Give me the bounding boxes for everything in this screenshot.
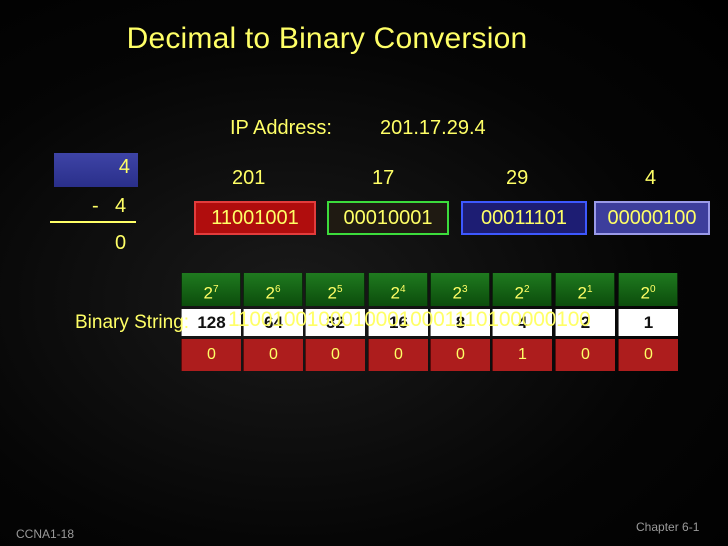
power-cell: 25	[305, 273, 365, 306]
slide-title: Decimal to Binary Conversion	[126, 22, 528, 55]
place-value-cell: 1	[618, 309, 678, 336]
ip-address-value: 201.17.29.4	[380, 117, 486, 139]
bit-cell: 0	[555, 339, 615, 371]
subtrahend-value: 4	[115, 195, 127, 217]
binary-string-label: Binary String:	[75, 312, 190, 333]
octet-decimal-4: 4	[645, 167, 657, 189]
bit-cell: 0	[618, 339, 678, 371]
octet-binary-box-4: 00000100	[594, 201, 710, 235]
power-cell: 27	[181, 273, 241, 306]
ip-address-label: IP Address:	[230, 117, 332, 139]
subtraction-line	[50, 221, 136, 223]
bit-cell: 1	[492, 339, 552, 371]
binary-string-value: 11001001000100010001110100000100	[228, 308, 591, 331]
bit-cell: 0	[368, 339, 428, 371]
current-decimal-box: 4	[54, 153, 138, 187]
power-cell: 26	[243, 273, 303, 306]
current-decimal-value: 4	[118, 156, 130, 178]
octet-binary-box-1: 11001001	[194, 201, 316, 235]
bit-cell: 0	[181, 339, 241, 371]
bit-cell: 0	[430, 339, 490, 371]
octet-binary-box-2: 00010001	[327, 201, 449, 235]
minus-sign: -	[92, 195, 99, 217]
bit-cell: 0	[243, 339, 303, 371]
power-cell: 24	[368, 273, 428, 306]
octet-binary-box-3: 00011101	[461, 201, 587, 235]
subtraction-result: 0	[115, 232, 127, 254]
power-cell: 22	[492, 273, 552, 306]
octet-decimal-2: 17	[372, 167, 395, 189]
octet-decimal-3: 29	[506, 167, 529, 189]
octet-decimal-1: 201	[232, 167, 266, 189]
footer-chapter: Chapter 6-1	[636, 520, 700, 534]
footer-course-code: CCNA1-18	[16, 527, 75, 541]
power-cell: 20	[618, 273, 678, 306]
power-cell: 21	[555, 273, 615, 306]
power-cell: 23	[430, 273, 490, 306]
bit-cell: 0	[305, 339, 365, 371]
